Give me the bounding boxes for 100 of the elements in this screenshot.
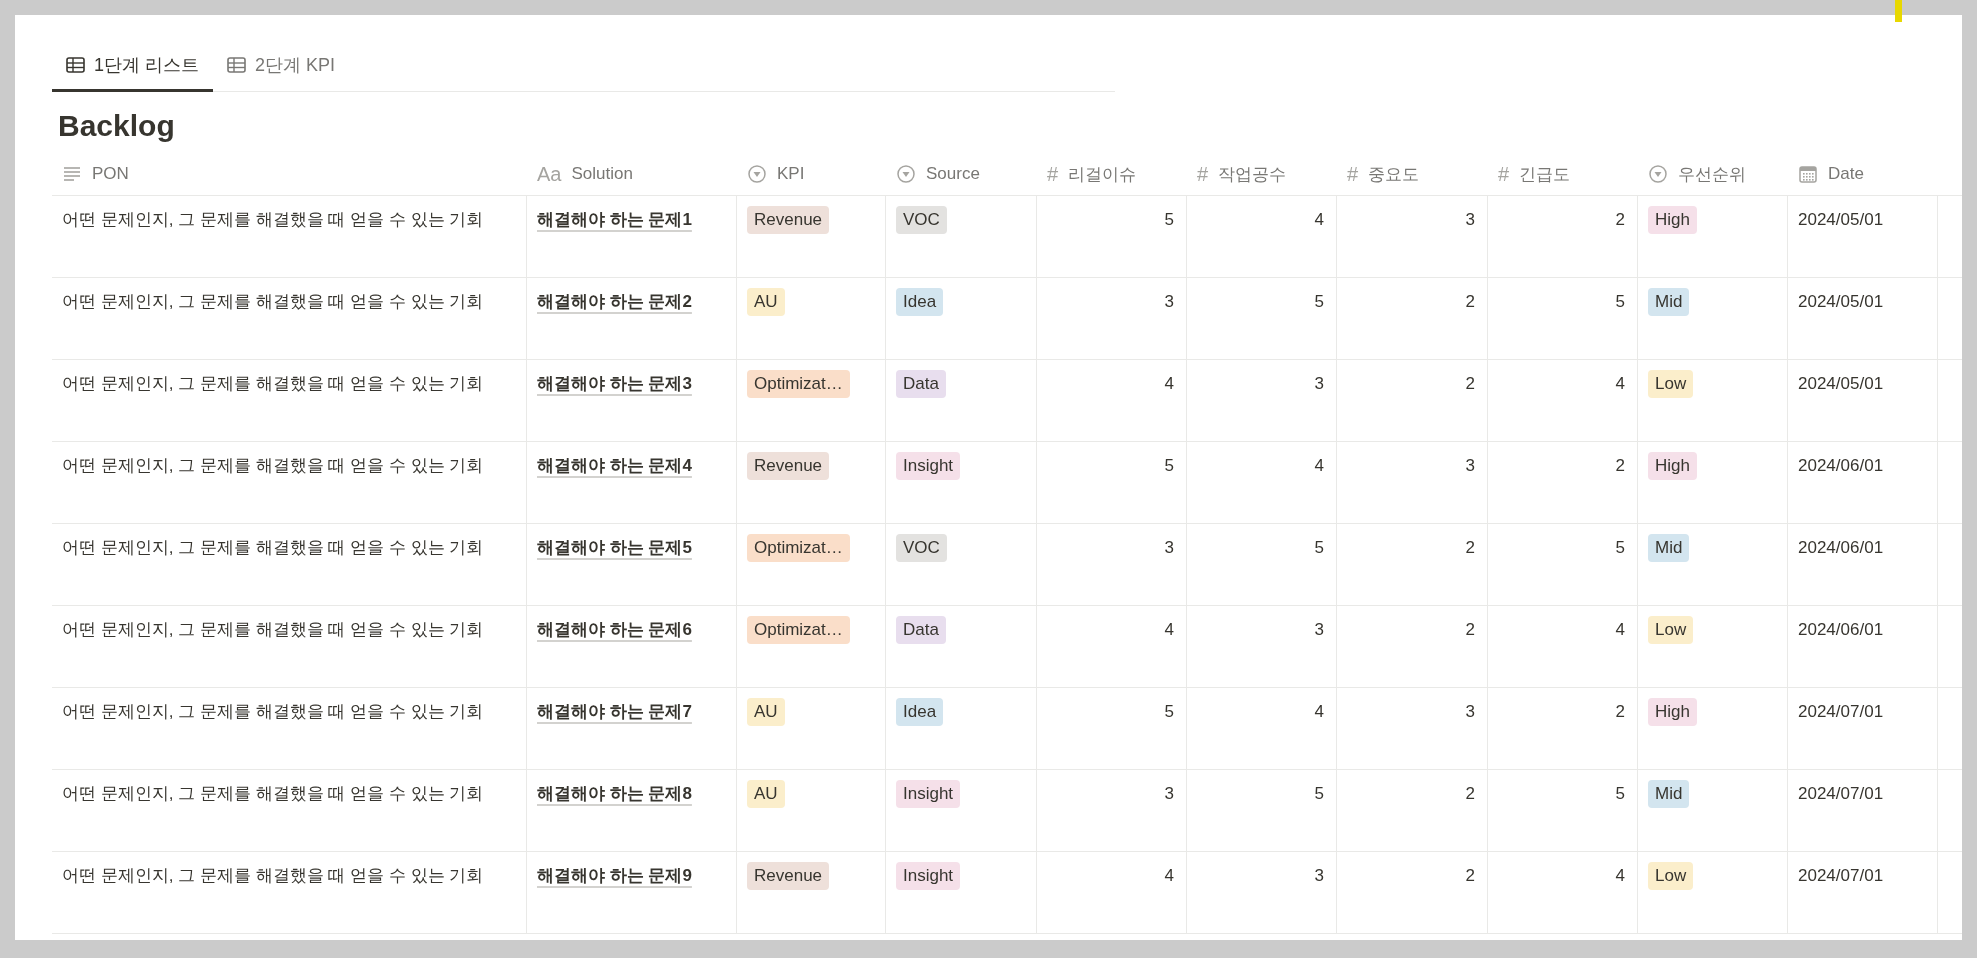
- tag: Mid: [1648, 780, 1690, 809]
- table-cell: 4: [1615, 620, 1625, 639]
- table-cell: 5: [1164, 210, 1174, 229]
- column-header[interactable]: # 리걸이슈: [1037, 153, 1187, 196]
- column-type-icon: #: [1047, 162, 1059, 186]
- tag: AU: [747, 288, 785, 317]
- column-header[interactable]: Source: [886, 153, 1037, 196]
- page-link[interactable]: 해결해야 하는 문제3: [537, 374, 692, 393]
- column-header[interactable]: PON: [52, 153, 527, 196]
- table-cell: 3: [1164, 784, 1174, 803]
- tag: VOC: [896, 206, 947, 235]
- table-cell: 어떤 문제인지, 그 문제를 해결했을 때 얻을 수 있는 기회: [62, 538, 484, 557]
- table-cell: 3: [1314, 866, 1324, 885]
- tag: Revenue: [747, 862, 830, 891]
- page-link[interactable]: 해결해야 하는 문제7: [537, 702, 692, 721]
- column-header[interactable]: 우선순위: [1638, 153, 1788, 196]
- tag: Idea: [896, 698, 944, 727]
- table-cell: 어떤 문제인지, 그 문제를 해결했을 때 얻을 수 있는 기회: [62, 374, 484, 393]
- highlight-mark: [1895, 0, 1902, 22]
- page-link[interactable]: 해결해야 하는 문제5: [537, 538, 692, 557]
- tag: Insight: [896, 862, 961, 891]
- column-type-icon: #: [1347, 162, 1359, 186]
- table-cell: 2: [1615, 456, 1625, 475]
- tag: Idea: [896, 288, 944, 317]
- table-cell: 어떤 문제인지, 그 문제를 해결했을 때 얻을 수 있는 기회: [62, 866, 484, 885]
- tag: Optimizat…: [747, 616, 850, 645]
- tag: Revenue: [747, 452, 830, 481]
- table-cell: 3: [1314, 620, 1324, 639]
- page-link[interactable]: 해결해야 하는 문제6: [537, 620, 692, 639]
- table-cell: 4: [1615, 374, 1625, 393]
- tag: Low: [1648, 370, 1694, 399]
- table-cell: 5: [1615, 538, 1625, 557]
- tag: Insight: [896, 780, 961, 809]
- table-cell: 5: [1314, 538, 1324, 557]
- column-header[interactable]: # 중요도: [1337, 153, 1488, 196]
- tag: Revenue: [747, 206, 830, 235]
- table-cell: 3: [1314, 374, 1324, 393]
- table-cell: 2: [1615, 210, 1625, 229]
- column-header[interactable]: Aa Solution: [527, 153, 737, 196]
- tag: VOC: [896, 534, 947, 563]
- column-type-icon: #: [1197, 162, 1209, 186]
- page-link[interactable]: 해결해야 하는 문제1: [537, 210, 692, 229]
- tag: AU: [747, 698, 785, 727]
- table-cell: 4: [1314, 702, 1324, 721]
- table-cell: 3: [1164, 292, 1174, 311]
- table-cell: 4: [1164, 866, 1174, 885]
- tag: Low: [1648, 862, 1694, 891]
- table-cell: 2024/07/01: [1798, 866, 1884, 885]
- table-cell: 어떤 문제인지, 그 문제를 해결했을 때 얻을 수 있는 기회: [62, 210, 484, 229]
- column-header[interactable]: # 작업공수: [1187, 153, 1337, 196]
- table-cell: 2: [1615, 702, 1625, 721]
- table-cell: 2024/05/01: [1798, 210, 1884, 229]
- table-cell: 2024/05/01: [1798, 374, 1884, 393]
- dropdown-circle-icon: [747, 164, 767, 184]
- table-cell: 5: [1314, 784, 1324, 803]
- table-cell: 2: [1465, 866, 1475, 885]
- table-cell: 4: [1314, 456, 1324, 475]
- table-cell: 3: [1164, 538, 1174, 557]
- view-tab[interactable]: 2단계 KPI: [213, 45, 350, 92]
- column-header[interactable]: # 긴급도: [1488, 153, 1638, 196]
- tag: Mid: [1648, 534, 1690, 563]
- view-tab[interactable]: 1단계 리스트: [52, 45, 213, 92]
- tag: Low: [1648, 616, 1694, 645]
- page-link[interactable]: 해결해야 하는 문제9: [537, 866, 692, 885]
- table-icon: [66, 57, 85, 73]
- tag: Data: [896, 616, 946, 645]
- tag: Mid: [1648, 288, 1690, 317]
- table-cell: 2024/05/01: [1798, 292, 1884, 311]
- table-cell: 2: [1465, 784, 1475, 803]
- table-cell: 5: [1164, 456, 1174, 475]
- column-type-icon: #: [1498, 162, 1510, 186]
- table-cell: 4: [1615, 866, 1625, 885]
- table-cell: 2024/07/01: [1798, 784, 1884, 803]
- table-cell: 5: [1615, 292, 1625, 311]
- table-cell: 2: [1465, 374, 1475, 393]
- table-cell: 어떤 문제인지, 그 문제를 해결했을 때 얻을 수 있는 기회: [62, 702, 484, 721]
- tag: High: [1648, 206, 1697, 235]
- tag: Data: [896, 370, 946, 399]
- calendar-icon: [1798, 164, 1818, 184]
- table-cell: 3: [1465, 210, 1475, 229]
- table-cell: 2024/06/01: [1798, 456, 1884, 475]
- table-cell: 3: [1465, 456, 1475, 475]
- table-cell: 어떤 문제인지, 그 문제를 해결했을 때 얻을 수 있는 기회: [62, 784, 484, 803]
- column-header[interactable]: Date: [1788, 153, 1938, 196]
- tag: High: [1648, 698, 1697, 727]
- dropdown-circle-icon: [896, 164, 916, 184]
- table-cell: 5: [1314, 292, 1324, 311]
- table-cell: 2: [1465, 292, 1475, 311]
- column-type-icon: Aa: [537, 162, 562, 186]
- column-header[interactable]: KPI: [737, 153, 886, 196]
- page-link[interactable]: 해결해야 하는 문제8: [537, 784, 692, 803]
- table-cell: 4: [1164, 374, 1174, 393]
- table-cell: 5: [1164, 702, 1174, 721]
- table-cell: 어떤 문제인지, 그 문제를 해결했을 때 얻을 수 있는 기회: [62, 292, 484, 311]
- page-link[interactable]: 해결해야 하는 문제2: [537, 292, 692, 311]
- database-title: Backlog: [58, 108, 176, 144]
- table-icon: [227, 57, 246, 73]
- tag: High: [1648, 452, 1697, 481]
- page-link[interactable]: 해결해야 하는 문제4: [537, 456, 692, 475]
- tag: Optimizat…: [747, 370, 850, 399]
